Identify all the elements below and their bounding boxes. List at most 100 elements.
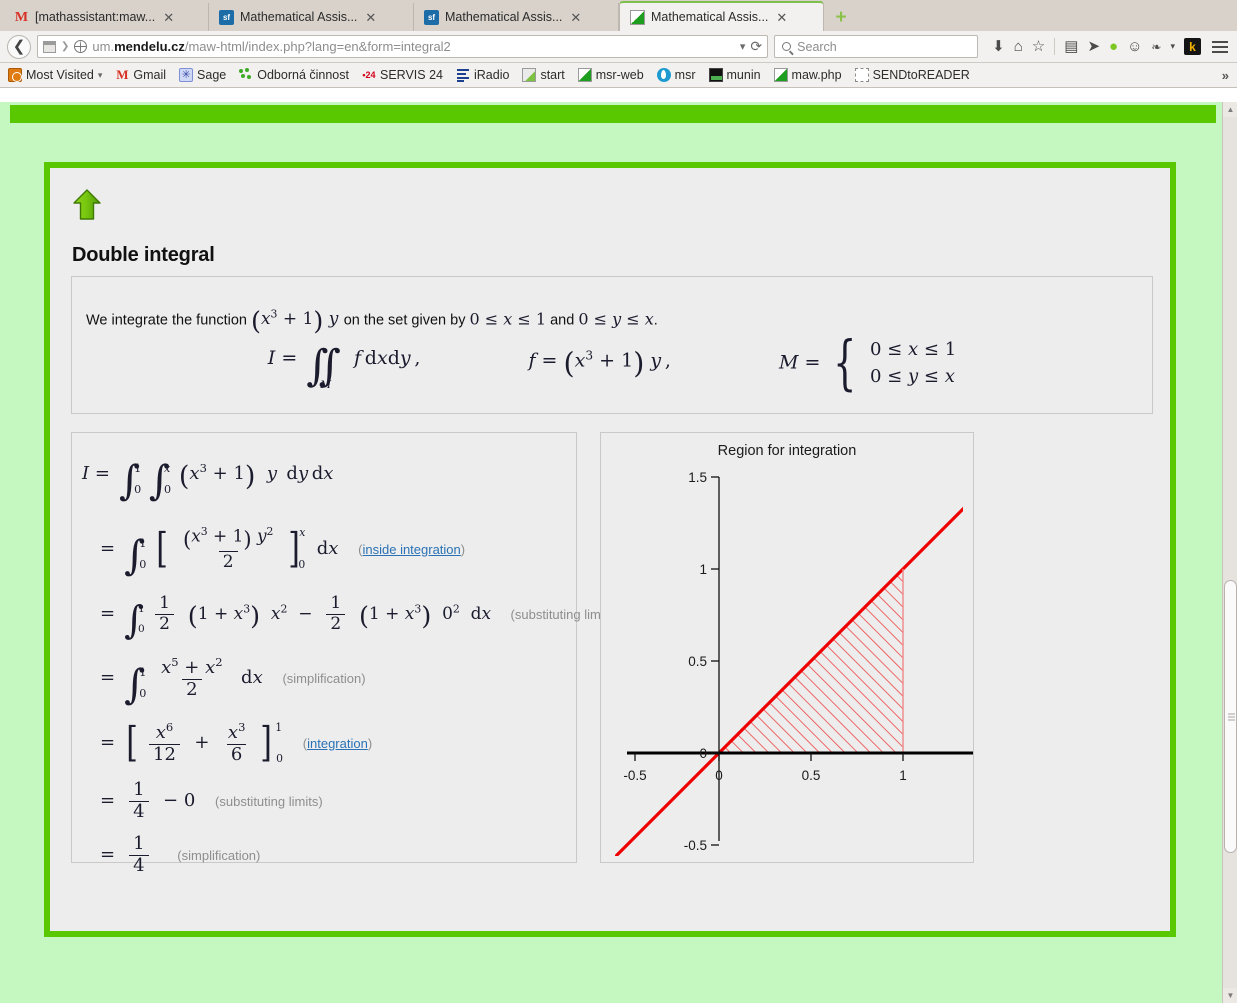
kee-icon[interactable]: k (1184, 38, 1201, 55)
back-button[interactable]: ❮ (7, 34, 31, 59)
menu-icon[interactable] (1210, 40, 1230, 53)
step-6-note: (substituting limits) (215, 794, 323, 810)
definition-function: f = (x3 + 1) y , (528, 347, 671, 381)
scrollbar-thumb[interactable] (1224, 580, 1237, 853)
bookmark-label: msr (674, 68, 696, 82)
intro-condition-2: 0 ≤ y ≤ x (578, 309, 654, 329)
bookmark-sendtoreader[interactable]: SENDtoREADER (854, 68, 970, 82)
y-tick-label--0.5: -0.5 (684, 838, 707, 853)
up-arrow-icon[interactable] (72, 188, 102, 222)
chevron-down-icon[interactable]: ▾ (740, 40, 746, 53)
step-4-note: (simplification) (282, 670, 366, 686)
new-tab-button[interactable]: + (830, 6, 852, 28)
x-tick-label-0.5: 0.5 (802, 768, 821, 783)
maw-icon (773, 68, 788, 82)
intro-text-middle: on the set given by (343, 312, 466, 329)
url-host: mendelu.cz (114, 39, 185, 54)
download-icon[interactable]: ⬇ (992, 39, 1005, 54)
tab-close-icon[interactable]: ✕ (161, 11, 176, 24)
bookmark-msr-web[interactable]: msr-web (577, 68, 644, 82)
bookmark-odborna-cinnost[interactable]: Odborná činnost (239, 68, 349, 82)
bookmarks-bar: Most Visited ▾ M Gmail Sage Odborná činn… (0, 63, 1237, 88)
browser-tab-4-active[interactable]: Mathematical Assis... ✕ (619, 1, 824, 31)
tab-title: Mathematical Assis... (445, 10, 563, 24)
problem-statement-text: We integrate the function (x3 + 1) y on … (86, 307, 658, 337)
pocket-icon[interactable]: ❧ (1151, 41, 1161, 53)
bookmark-maw-php[interactable]: maw.php (773, 68, 842, 82)
intro-condition-1: 0 ≤ x ≤ 1 (469, 309, 547, 329)
browser-window: M [mathassistant:maw... ✕ sf Mathematica… (0, 0, 1237, 1003)
search-input[interactable]: Search (774, 35, 979, 58)
browser-tab-2[interactable]: sf Mathematical Assis... ✕ (209, 3, 414, 31)
bookmark-label: maw.php (791, 68, 842, 82)
tab-title: Mathematical Assis... (651, 10, 769, 24)
bookmark-label: munin (726, 68, 761, 82)
home-icon[interactable]: ⌂ (1014, 39, 1023, 54)
y-axis-tick-labels: 1.5 1 0.5 0 -0.5 (684, 470, 707, 853)
bookmark-msr[interactable]: msr (656, 68, 696, 82)
definition-set: M = { 0 ≤ x ≤ 1 0 ≤ y ≤ x (778, 328, 957, 398)
bookmark-sage[interactable]: Sage (179, 68, 226, 82)
toolbar-divider (1054, 38, 1056, 55)
url-text: um.mendelu.cz/maw-html/index.php?lang=en… (92, 39, 450, 54)
tab-close-icon[interactable]: ✕ (774, 11, 789, 24)
intro-text-before: We integrate the function (86, 312, 247, 329)
bookmark-gmail[interactable]: M Gmail (115, 68, 166, 83)
solution-step-4: = ∫ 1 0 x5 + x2 2 dx (simplification) (100, 655, 366, 709)
bookmarks-overflow-button[interactable]: » (1222, 68, 1229, 83)
status-dot-icon[interactable]: ● (1109, 39, 1118, 54)
region-plot-panel: Region for integration -0.5 0 0.5 1 1.5 … (600, 432, 974, 863)
chat-icon[interactable]: ☺ (1127, 39, 1142, 54)
bookmark-label: Odborná činnost (257, 68, 349, 82)
chevron-right-icon: ❯ (61, 41, 70, 52)
address-bar[interactable]: ❯ um.mendelu.cz/maw-html/index.php?lang=… (37, 35, 769, 58)
scroll-down-arrow-icon[interactable]: ▼ (1223, 988, 1237, 1003)
tab-close-icon[interactable]: ✕ (363, 11, 378, 24)
step-5-note: (integration) (302, 735, 373, 751)
bookmark-servis-24[interactable]: •24 SERVIS 24 (362, 68, 443, 82)
integration-link[interactable]: integration (307, 736, 368, 751)
page-top-green-bar (10, 105, 1216, 123)
bookmark-iradio[interactable]: iRadio (456, 68, 509, 82)
inside-integration-link[interactable]: inside integration (362, 542, 460, 557)
bookmark-munin[interactable]: munin (708, 68, 761, 82)
iradio-icon (456, 68, 470, 82)
vertical-scrollbar[interactable]: ▲ ▼ (1222, 102, 1237, 1003)
bookmark-label: iRadio (474, 68, 510, 82)
tab-close-icon[interactable]: ✕ (568, 11, 583, 24)
url-path: /maw-html/index.php?lang=en&form=integra… (184, 39, 451, 54)
set-line-2: 0 ≤ y ≤ x (869, 365, 955, 387)
scroll-up-arrow-icon[interactable]: ▲ (1223, 102, 1237, 117)
reader-icon[interactable]: ▤ (1064, 39, 1078, 54)
intro-function: (x3 + 1) y (250, 307, 339, 337)
bookmark-label: SERVIS 24 (379, 68, 443, 82)
chevron-down-icon: ▾ (97, 69, 103, 80)
start-icon (522, 68, 537, 82)
send-icon[interactable]: ➤ (1087, 39, 1100, 54)
chevron-down-icon[interactable]: ▾ (1170, 42, 1175, 51)
reload-icon[interactable]: ⟳ (750, 38, 762, 55)
browser-tab-3[interactable]: sf Mathematical Assis... ✕ (414, 3, 619, 31)
y-tick-label-1: 1 (699, 562, 707, 577)
browser-tab-1[interactable]: M [mathassistant:maw... ✕ (4, 3, 209, 31)
step-2-note: (inside integration) (358, 541, 466, 557)
bookmark-start[interactable]: start (522, 68, 565, 82)
bookmark-star-icon[interactable]: ☆ (1032, 39, 1045, 54)
y-tick-label-0.5: 0.5 (688, 654, 707, 669)
msr-web-icon (577, 68, 592, 82)
gmail-icon: M (14, 9, 29, 25)
servis24-icon: •24 (362, 70, 376, 80)
solution-step-2: = ∫ 1 0 [ (x3 + 1) y2 2 ] x0 dx (inside int… (100, 523, 466, 579)
search-icon (782, 42, 792, 51)
set-line-1: 0 ≤ x ≤ 1 (869, 339, 957, 360)
region-plot-svg: -0.5 0 0.5 1 1.5 1. (615, 470, 973, 856)
globe-icon (74, 40, 88, 53)
intro-text-and: and (550, 312, 575, 329)
x-tick-label-1: 1 (899, 768, 907, 783)
solution-steps-panel: I = ∫ 1 0 ∫ x 0 (x3 + 1) y dy dx = ∫ 1 0 [ (71, 432, 618, 875)
content-panel: Double integral We integrate the functio… (44, 162, 1176, 937)
solution-step-1: I = ∫ 1 0 ∫ x 0 (x3 + 1) y dy dx (82, 456, 334, 505)
bookmark-most-visited[interactable]: Most Visited ▾ (8, 68, 102, 82)
x-axis-tick-labels: -0.5 0 0.5 1 1.5 (623, 768, 907, 783)
toolbar-icons: ⬇ ⌂ ☆ ▤ ➤ ● ☺ ❧ ▾ k (984, 38, 1230, 55)
